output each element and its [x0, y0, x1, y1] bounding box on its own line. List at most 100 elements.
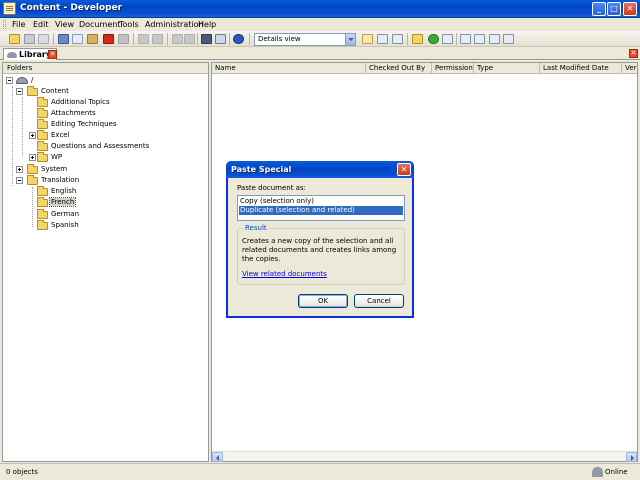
forward-icon[interactable] — [184, 34, 195, 44]
option-copy[interactable]: Copy (selection only) — [239, 197, 403, 206]
close-window-button[interactable]: ✕ — [623, 2, 637, 16]
horizontal-scrollbar[interactable] — [212, 451, 637, 462]
undo-icon[interactable] — [138, 34, 149, 44]
dialog-close-button[interactable]: ✕ — [397, 163, 411, 176]
folders-pane: Folders / Content Additional Topics Atta… — [2, 62, 209, 462]
tree-item-label: Content — [41, 87, 69, 95]
check-in-icon[interactable] — [460, 34, 471, 44]
collapse-icon[interactable] — [16, 88, 23, 95]
expand-icon[interactable] — [29, 132, 36, 139]
toolbar-separator — [229, 33, 230, 45]
column-header-type[interactable]: Type — [474, 63, 540, 74]
check-out-icon[interactable] — [474, 34, 485, 44]
column-header-checked-out-by[interactable]: Checked Out By — [366, 63, 432, 74]
minimize-button[interactable]: _ — [592, 2, 606, 16]
menu-file[interactable]: File — [12, 20, 25, 29]
collapse-icon[interactable] — [16, 177, 23, 184]
paste-options-list[interactable]: Copy (selection only) Duplicate (selecti… — [237, 195, 405, 221]
menu-grip-icon — [3, 20, 6, 29]
menu-help[interactable]: Help — [198, 20, 216, 29]
tab-library-label: Library — [19, 50, 52, 59]
column-header-version[interactable]: Ver — [622, 63, 637, 74]
toolbar: Details view — [0, 31, 640, 47]
print-icon[interactable] — [38, 34, 49, 44]
copy-icon[interactable] — [72, 34, 83, 44]
repository-icon — [16, 77, 28, 84]
new-folder-icon[interactable] — [412, 34, 423, 44]
tree-line — [22, 97, 23, 157]
chevron-down-icon[interactable] — [345, 34, 355, 45]
result-description: Creates a new copy of the selection and … — [242, 237, 397, 263]
find-icon[interactable] — [201, 34, 212, 44]
scroll-left-icon[interactable] — [212, 452, 223, 462]
view-related-documents-link[interactable]: View related documents — [242, 270, 327, 278]
save-icon[interactable] — [24, 34, 35, 44]
menu-edit[interactable]: Edit — [33, 20, 49, 29]
folder-icon — [37, 108, 48, 118]
redo-icon[interactable] — [152, 34, 163, 44]
refresh-icon[interactable] — [428, 34, 439, 44]
folder-icon — [37, 130, 48, 140]
column-header-name[interactable]: Name — [212, 63, 366, 74]
help-icon[interactable] — [233, 34, 244, 44]
menu-document[interactable]: Document — [79, 20, 120, 29]
list-view-icon[interactable] — [377, 34, 388, 44]
tree-item-label: German — [51, 210, 80, 218]
column-header-last-modified[interactable]: Last Modified Date — [540, 63, 622, 74]
expand-icon[interactable] — [29, 154, 36, 161]
get-latest-icon[interactable] — [503, 34, 514, 44]
paste-icon[interactable] — [87, 34, 98, 44]
undo-checkout-icon[interactable] — [489, 34, 500, 44]
tree-item-label: Questions and Assessments — [51, 142, 150, 150]
tree-item-label: Attachments — [51, 109, 96, 117]
column-header-label: Type — [477, 64, 494, 72]
tab-close-icon[interactable]: ✕ — [48, 50, 57, 59]
properties-icon[interactable] — [118, 34, 129, 44]
result-group: Result Creates a new copy of the selecti… — [237, 224, 405, 285]
option-duplicate[interactable]: Duplicate (selection and related) — [239, 206, 403, 215]
tab-library[interactable]: Library ✕ — [3, 48, 57, 60]
view-mode-select[interactable]: Details view — [254, 33, 356, 46]
folders-header: Folders — [3, 63, 208, 74]
toolbar-separator — [133, 33, 134, 45]
cancel-button[interactable]: Cancel — [354, 294, 404, 308]
status-bar: 0 objects Online — [0, 463, 640, 480]
column-header-label: Ver — [625, 64, 637, 72]
cut-icon[interactable] — [58, 34, 69, 44]
scroll-right-icon[interactable] — [626, 452, 637, 462]
connection-status-icon — [592, 467, 603, 477]
connection-status: Online — [605, 468, 628, 476]
back-icon[interactable] — [172, 34, 183, 44]
delete-icon[interactable] — [103, 34, 114, 44]
details-view-icon[interactable] — [362, 34, 373, 44]
toolbar-separator — [407, 33, 408, 45]
tab-strip: Library ✕ — [0, 47, 640, 60]
column-header-label: Name — [215, 64, 236, 72]
folder-icon — [27, 164, 38, 174]
maximize-button[interactable]: □ — [607, 2, 621, 16]
split-view-icon[interactable] — [392, 34, 403, 44]
tree-item-label: WP — [51, 153, 63, 161]
folder-icon — [37, 141, 48, 151]
folder-icon — [37, 209, 48, 219]
menu-administration[interactable]: Administration — [145, 20, 204, 29]
result-label: Result — [243, 224, 269, 232]
spell-check-icon[interactable] — [215, 34, 226, 44]
menu-bar: File Edit View Document Tools Administra… — [0, 18, 640, 31]
expand-icon[interactable] — [16, 166, 23, 173]
tree-item-label: Editing Techniques — [51, 120, 117, 128]
collapse-icon[interactable] — [6, 77, 13, 84]
close-panel-icon[interactable]: ✕ — [629, 49, 638, 58]
toolbar-separator — [53, 33, 54, 45]
ok-button[interactable]: OK — [298, 294, 348, 308]
menu-tools[interactable]: Tools — [119, 20, 139, 29]
folder-icon — [37, 97, 48, 107]
view-mode-value: Details view — [258, 35, 301, 43]
paste-as-label: Paste document as: — [237, 184, 306, 192]
menu-view[interactable]: View — [55, 20, 74, 29]
open-folder-icon[interactable] — [9, 34, 20, 44]
document-icon[interactable] — [442, 34, 453, 44]
tree-item-label: / — [31, 76, 34, 84]
column-header-permission[interactable]: Permission — [432, 63, 474, 74]
folder-icon — [27, 175, 38, 185]
